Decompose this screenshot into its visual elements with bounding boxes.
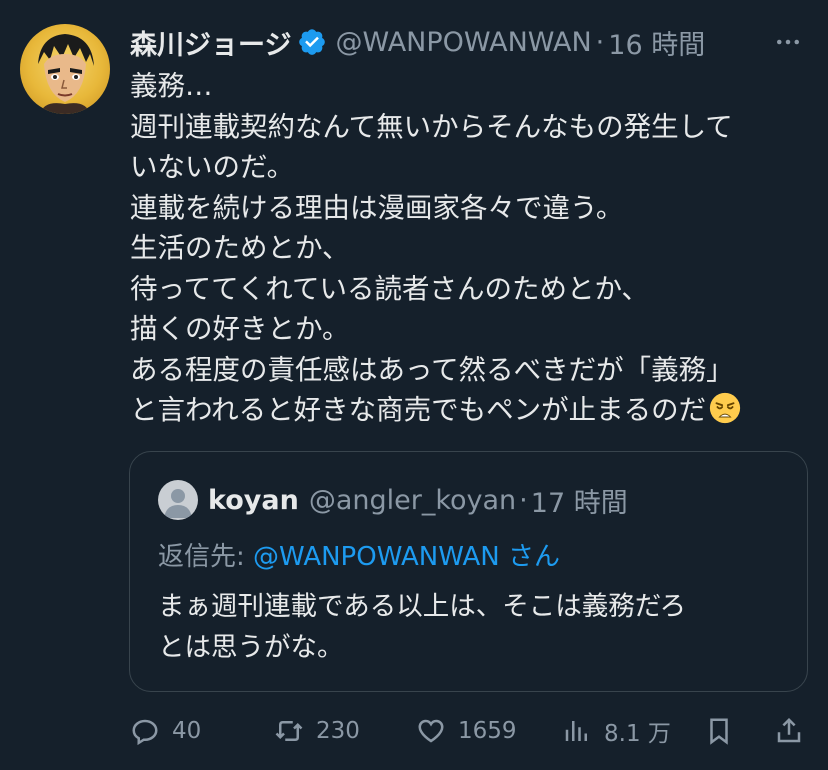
tweet-line: ある程度の責任感はあって然るべきだが「義務」 — [130, 353, 734, 386]
heart-icon — [418, 719, 444, 743]
share-button[interactable] — [774, 708, 804, 754]
bookmark-button[interactable] — [704, 708, 734, 754]
author-name[interactable]: 森川ジョージ — [130, 23, 291, 62]
tweet-actions-bar: 40 230 1659 8.1 万 — [130, 708, 810, 754]
author-avatar[interactable] — [20, 24, 110, 114]
quoted-author-name[interactable]: koyan — [208, 485, 299, 516]
bookmark-icon — [710, 718, 728, 745]
retweet-button[interactable]: 230 — [274, 708, 360, 754]
reply-count: 40 — [172, 718, 202, 744]
like-count: 1659 — [458, 718, 517, 744]
retweet-icon — [275, 721, 303, 741]
tweet-header: 森川ジョージ @WANPOWANWAN · 16 時間 — [130, 22, 808, 62]
more-horizontal-icon[interactable] — [768, 22, 808, 62]
reply-icon — [132, 719, 158, 746]
weary-face-icon — [708, 391, 742, 425]
quoted-header-separator: · — [519, 484, 528, 516]
tweet-line: 義務… — [130, 70, 213, 102]
tweet-line-last: と言われると好きな商売でもペンが止まるのだ — [130, 390, 810, 431]
quoted-tweet[interactable]: koyan @angler_koyan · 17 時間 返信先: @WANPOW… — [129, 451, 808, 692]
tweet-line: いないのだ。 — [130, 151, 295, 183]
quoted-line: まぁ週刊連載である以上は、そこは義務だろ — [158, 591, 687, 622]
tweet-line-text: と言われると好きな商売でもペンが止まるのだ — [130, 394, 707, 426]
avatar-portrait-icon — [38, 34, 94, 114]
reply-prefix: 返信先: — [158, 542, 254, 572]
share-icon — [777, 717, 801, 743]
quoted-timestamp: 17 時間 — [530, 487, 628, 519]
default-avatar-icon[interactable] — [158, 480, 198, 520]
reply-mention-link[interactable]: @WANPOWANWAN さん — [253, 542, 560, 572]
tweet-line: 週刊連載契約なんて無いからそんなもの発生して — [130, 110, 733, 143]
retweet-count: 230 — [316, 718, 360, 744]
tweet-timestamp[interactable]: 16 時間 — [608, 23, 705, 62]
tweet-body: 義務… 週刊連載契約なんて無いからそんなもの発生して いないのだ。 連載を続ける… — [130, 66, 810, 431]
tweet-line: 連載を続ける理由は漫画家各々で違う。 — [130, 191, 624, 224]
quoted-line: とは思うがな。 — [158, 632, 344, 663]
author-handle[interactable]: @WANPOWANWAN — [335, 27, 591, 58]
tweet-line: 描くの好きとか。 — [130, 313, 350, 345]
quoted-tweet-body: まぁ週刊連載である以上は、そこは義務だろ とは思うがな。 — [158, 586, 686, 668]
views-count: 8.1 万 — [604, 721, 671, 747]
verified-badge-icon[interactable] — [297, 27, 327, 57]
tweet-line: 生活のためとか、 — [130, 232, 350, 264]
reply-to-line: 返信先: @WANPOWANWAN さん — [158, 536, 560, 573]
header-separator: · — [595, 26, 605, 58]
like-button[interactable]: 1659 — [416, 708, 517, 754]
quoted-tweet-header: koyan @angler_koyan · 17 時間 — [158, 480, 628, 520]
views-chart-icon — [565, 721, 587, 741]
quoted-author-handle[interactable]: @angler_koyan — [309, 485, 516, 516]
reply-button[interactable]: 40 — [130, 708, 201, 754]
tweet-line: 待っててくれている読者さんのためとか、 — [130, 272, 649, 305]
views-button[interactable]: 8.1 万 — [562, 708, 671, 754]
